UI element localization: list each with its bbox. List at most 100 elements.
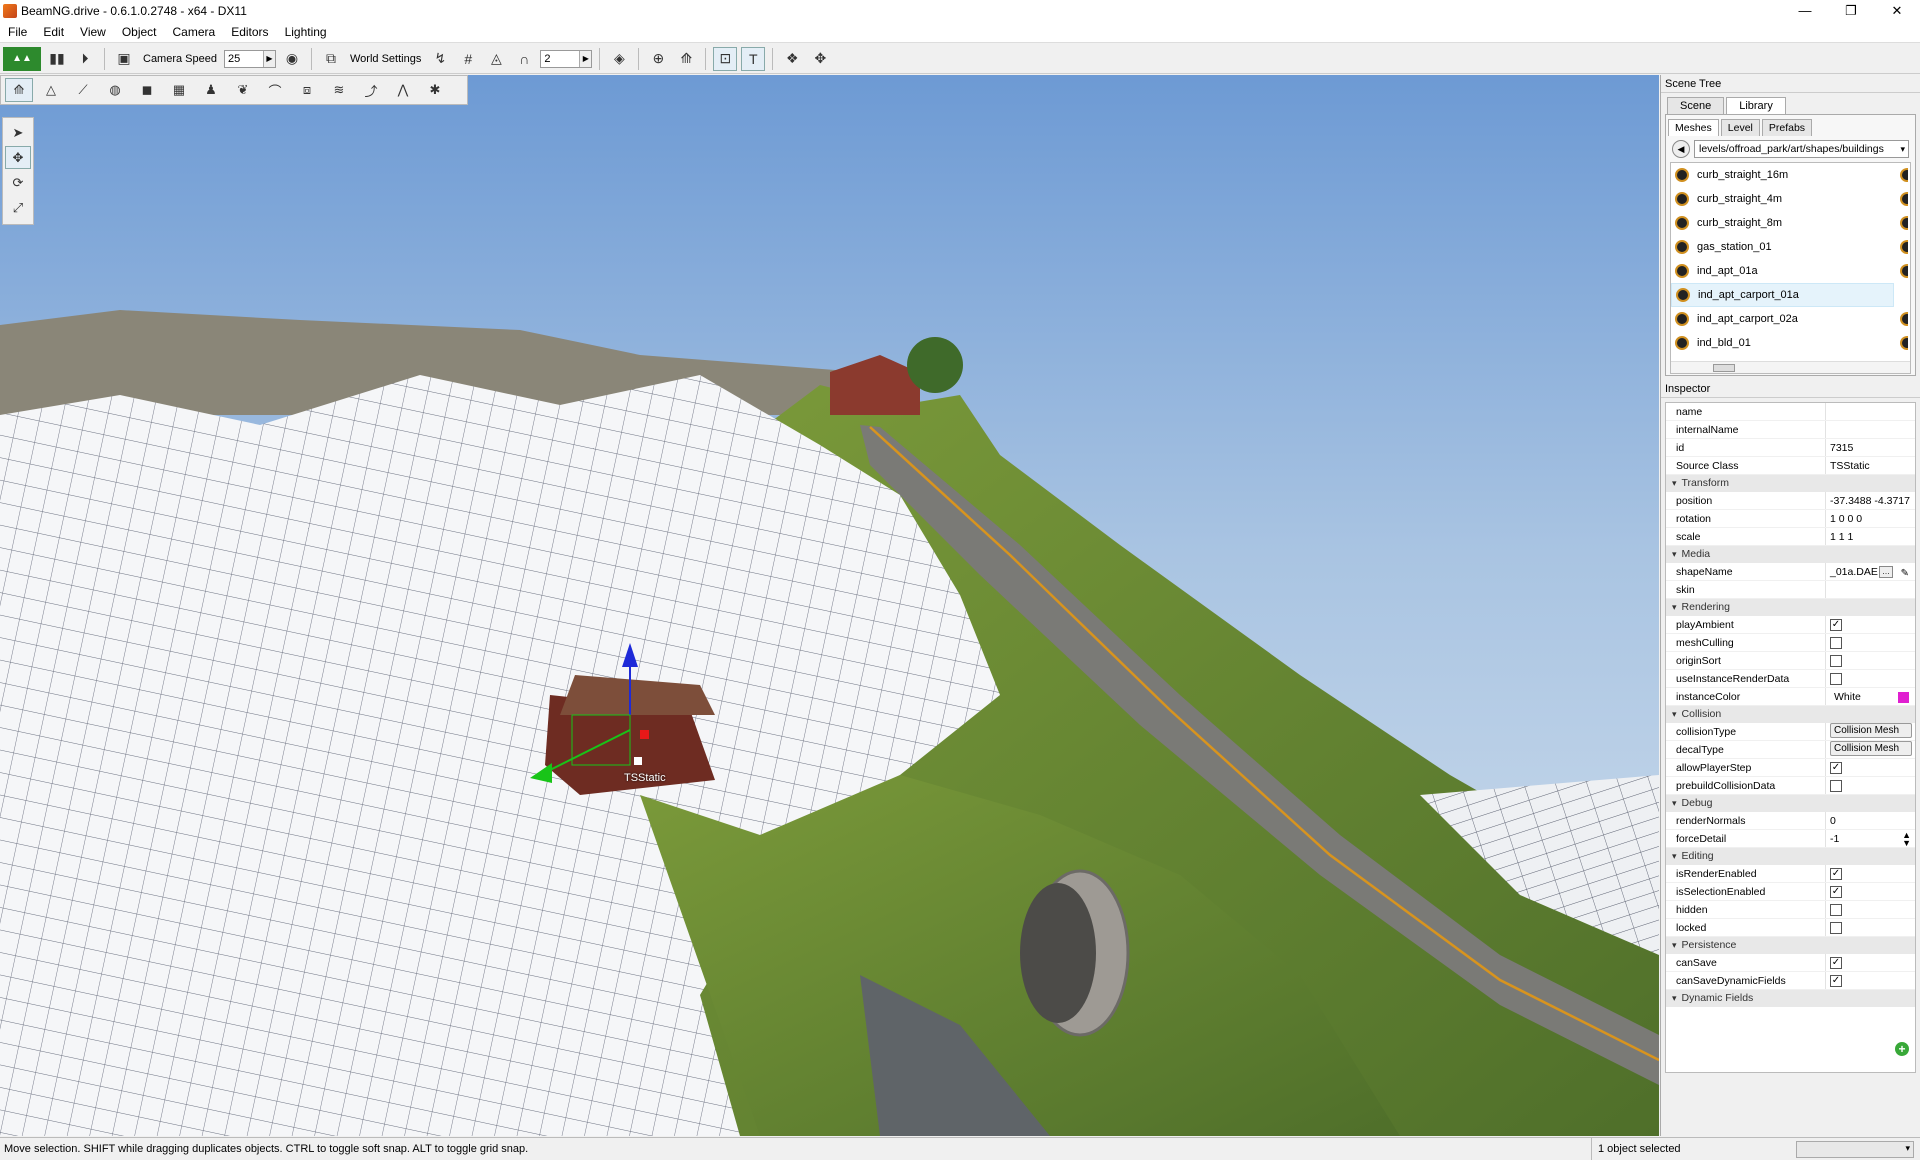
grid-icon[interactable]: #: [456, 47, 480, 71]
checkbox[interactable]: ✓: [1830, 762, 1842, 775]
menu-edit[interactable]: Edit: [35, 25, 72, 39]
gizmo-x-handle-icon[interactable]: [640, 730, 649, 739]
grid-size-spinner[interactable]: 2 ▶: [540, 49, 593, 68]
checkbox[interactable]: ✓: [1830, 868, 1842, 881]
magnet-icon[interactable]: ∩: [512, 47, 536, 71]
snapshot-icon[interactable]: ⧉: [319, 47, 343, 71]
terrain-snap-icon[interactable]: ◬: [484, 47, 508, 71]
editor-mode-icon[interactable]: ▲▲: [3, 46, 41, 71]
camera-icon[interactable]: ▣: [112, 47, 136, 71]
sky-editor-icon[interactable]: ◍: [101, 78, 129, 102]
checkbox[interactable]: ✓: [1830, 619, 1842, 632]
menu-view[interactable]: View: [72, 25, 114, 39]
object-text-toggle-icon[interactable]: T: [741, 46, 766, 71]
group-rendering[interactable]: Rendering: [1666, 599, 1915, 616]
group-persistence[interactable]: Persistence: [1666, 937, 1915, 954]
menu-editors[interactable]: Editors: [223, 25, 276, 39]
field-value[interactable]: [1826, 403, 1915, 420]
checkbox[interactable]: [1830, 637, 1842, 650]
group-transform[interactable]: Transform: [1666, 475, 1915, 492]
group-debug[interactable]: Debug: [1666, 795, 1915, 812]
minimize-button[interactable]: —: [1782, 0, 1828, 22]
center-icon[interactable]: ⊕: [646, 47, 670, 71]
position-field[interactable]: -37.3488 -4.3717: [1826, 492, 1915, 509]
edit-icon[interactable]: ✎: [1901, 565, 1909, 580]
group-media[interactable]: Media: [1666, 546, 1915, 563]
explode-prefab-icon[interactable]: ✥: [808, 47, 832, 71]
library-path-select[interactable]: levels/offroad_park/art/shapes/buildings…: [1694, 140, 1909, 158]
object-icons-toggle-icon[interactable]: ⊡: [713, 46, 738, 71]
mesh-road-editor-icon[interactable]: ⧈: [293, 78, 321, 102]
play-icon[interactable]: ⏵: [73, 47, 97, 71]
menu-file[interactable]: File: [0, 25, 35, 39]
snap-rotate-icon[interactable]: ↯: [428, 47, 452, 71]
bounds-icon[interactable]: ◈: [607, 47, 631, 71]
browse-icon[interactable]: …: [1879, 566, 1893, 578]
datablock-editor-icon[interactable]: ▦: [165, 78, 193, 102]
shape-name-field[interactable]: _01a.DAE… ✎: [1826, 563, 1915, 580]
skin-field[interactable]: [1826, 581, 1915, 598]
camera-speed-spinner[interactable]: 25 ▶: [224, 49, 276, 68]
tab-prefabs[interactable]: Prefabs: [1761, 119, 1813, 136]
checkbox[interactable]: [1830, 904, 1842, 917]
decal-type-dropdown[interactable]: Collision Mesh: [1830, 741, 1912, 756]
horizontal-scrollbar[interactable]: [1671, 361, 1910, 373]
checkbox[interactable]: ✓: [1830, 975, 1842, 988]
close-button[interactable]: ✕: [1874, 0, 1920, 22]
scale-icon[interactable]: ⤢: [5, 196, 31, 219]
list-item[interactable]: ind_apt_01a: [1671, 259, 1910, 283]
terrain-editor-icon[interactable]: △: [37, 78, 65, 102]
shape-editor-icon[interactable]: ✱: [421, 78, 449, 102]
particle-editor-icon[interactable]: ♟: [197, 78, 225, 102]
collision-type-dropdown[interactable]: Collision Mesh: [1830, 723, 1912, 738]
list-item[interactable]: curb_straight_16m: [1671, 163, 1910, 187]
add-field-icon[interactable]: +: [1895, 1042, 1909, 1056]
gizmo-center-handle-icon[interactable]: [634, 757, 642, 765]
menu-object[interactable]: Object: [114, 25, 165, 39]
spinner-arrow-icon[interactable]: ▶: [263, 50, 275, 67]
spinner-arrow-icon[interactable]: ▶: [579, 50, 592, 67]
checkbox[interactable]: [1830, 780, 1842, 793]
arrow-icon[interactable]: ➤: [5, 121, 31, 144]
eye-icon[interactable]: ◉: [280, 47, 304, 71]
rotation-field[interactable]: 1 0 0 0: [1826, 510, 1915, 527]
prefab-icon[interactable]: ❖: [780, 47, 804, 71]
group-editing[interactable]: Editing: [1666, 848, 1915, 865]
checkbox[interactable]: [1830, 655, 1842, 668]
scrollbar-thumb[interactable]: [1713, 364, 1735, 372]
field-value[interactable]: [1826, 421, 1915, 438]
tab-meshes[interactable]: Meshes: [1668, 119, 1719, 136]
status-dropdown[interactable]: [1796, 1140, 1914, 1158]
rotate-icon[interactable]: ⟳: [5, 171, 31, 194]
layout-icon[interactable]: ▮▮: [45, 47, 69, 71]
tab-library[interactable]: Library: [1726, 97, 1786, 114]
tab-level[interactable]: Level: [1720, 119, 1760, 136]
checkbox[interactable]: ✓: [1830, 886, 1842, 899]
navmesh-editor-icon[interactable]: ⋀: [389, 78, 417, 102]
instance-color-field[interactable]: White: [1826, 688, 1915, 705]
render-normals-field[interactable]: 0: [1826, 812, 1915, 829]
force-detail-field[interactable]: -1 ▲ ▼: [1826, 830, 1915, 848]
list-item[interactable]: curb_straight_8m: [1671, 211, 1910, 235]
group-dynamic-fields[interactable]: Dynamic Fields: [1666, 990, 1915, 1007]
color-swatch[interactable]: [1898, 692, 1909, 703]
forest-editor-icon[interactable]: ❦: [229, 78, 257, 102]
list-item-selected[interactable]: ind_apt_carport_01a: [1671, 283, 1894, 307]
group-collision[interactable]: Collision: [1666, 706, 1915, 723]
scale-field[interactable]: 1 1 1: [1826, 528, 1915, 545]
world-settings-label[interactable]: World Settings: [347, 53, 424, 65]
checkbox[interactable]: [1830, 922, 1842, 935]
tab-scene[interactable]: Scene: [1667, 97, 1725, 114]
align-icon[interactable]: ⟰: [674, 47, 698, 71]
terrain-painter-icon[interactable]: ⟋: [69, 78, 97, 102]
3d-viewport[interactable]: TSStatic: [0, 75, 1659, 1136]
road-editor-icon[interactable]: ⌒: [261, 78, 289, 102]
material-editor-icon[interactable]: ◼: [133, 78, 161, 102]
checkbox[interactable]: ✓: [1830, 957, 1842, 970]
menu-lighting[interactable]: Lighting: [277, 25, 335, 39]
list-item[interactable]: ind_apt_carport_02a: [1671, 307, 1910, 331]
river-editor-icon[interactable]: ≋: [325, 78, 353, 102]
move-icon[interactable]: ✥: [5, 146, 31, 169]
decal-editor-icon[interactable]: ⤴: [357, 78, 385, 102]
back-icon[interactable]: ◀: [1672, 140, 1690, 158]
